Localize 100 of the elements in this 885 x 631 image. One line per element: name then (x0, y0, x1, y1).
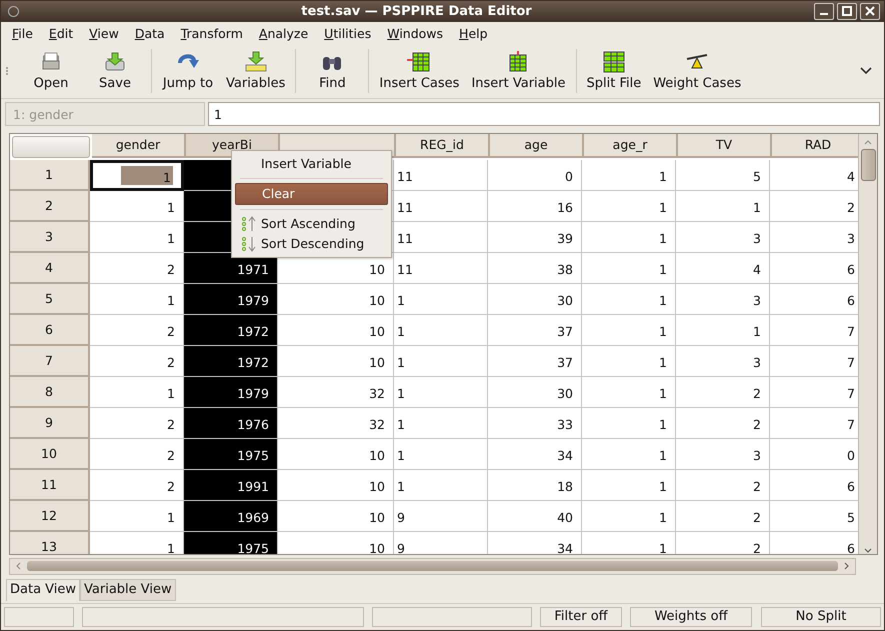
row-header[interactable]: 8 (10, 376, 90, 408)
menu-item[interactable]: View (81, 26, 127, 41)
table-cell: 2 (90, 252, 184, 284)
table-cell: 40 (488, 500, 582, 532)
table-cell: 3 (676, 284, 770, 314)
row-header[interactable]: 3 (10, 222, 90, 252)
grid-icon (407, 51, 432, 74)
status-pane: Filter off (540, 606, 622, 627)
toolbar-button[interactable]: Insert Cases (373, 49, 466, 94)
table-cell: 3 (676, 346, 770, 376)
table-cell: 1 (582, 190, 676, 222)
toolbar-button[interactable]: Variables (220, 49, 292, 94)
table-cell: 1 (582, 252, 676, 284)
menu-item[interactable]: Edit (40, 26, 82, 41)
toolbar-button[interactable]: Weight Cases (647, 49, 748, 94)
toolbar-button[interactable]: Jump to (156, 49, 220, 94)
row-header[interactable]: 1 (10, 160, 90, 190)
table-cell: 4 (676, 252, 770, 284)
corner-button[interactable] (12, 136, 90, 158)
download-icon (103, 51, 127, 74)
table-cell: 2 (676, 532, 770, 554)
column-header[interactable]: REG_id (396, 134, 490, 158)
table-cell: 1 (394, 376, 488, 408)
table-cell: 37 (488, 314, 582, 346)
minimize-button[interactable] (814, 2, 834, 20)
table-cell: 1 (582, 470, 676, 500)
menu-item[interactable]: Analyze (250, 26, 316, 41)
row-header[interactable]: 6 (10, 314, 90, 346)
table-cell: 11 (394, 190, 488, 222)
menu-item[interactable]: Sort Ascending (235, 214, 388, 234)
close-button[interactable] (860, 2, 880, 20)
table-cell: 2 (90, 346, 184, 376)
table-cell: 1 (394, 346, 488, 376)
column-header[interactable]: TV (678, 134, 772, 158)
column-header[interactable]: age (490, 134, 584, 158)
table-cell: 10 (278, 346, 394, 376)
row-header[interactable]: 7 (10, 346, 90, 376)
menu-item[interactable]: Transform (172, 26, 251, 41)
horizontal-scrollbar[interactable] (9, 558, 856, 574)
toolbar-button[interactable]: Find (300, 49, 364, 94)
menu-item[interactable]: File (4, 26, 41, 41)
row-header[interactable]: 9 (10, 408, 90, 438)
toolbar-button[interactable]: Save (83, 49, 147, 94)
maximize-button[interactable] (837, 2, 857, 20)
table-cell: 10 (278, 314, 394, 346)
table-cell: 1 (582, 314, 676, 346)
table-cell: 3 (676, 438, 770, 470)
table-cell: 34 (488, 438, 582, 470)
table-cell: 1 (90, 284, 184, 314)
scroll-right-icon[interactable] (844, 562, 850, 570)
table-cell: 2 (676, 500, 770, 532)
status-pane: No Split (761, 606, 881, 627)
row-header[interactable]: 12 (10, 500, 90, 532)
table-cell: 3 (770, 222, 858, 252)
table-cell: 1 (394, 314, 488, 346)
row-header[interactable]: 10 (10, 438, 90, 470)
toolbar-button[interactable]: Split File (580, 49, 648, 94)
row-header[interactable]: 11 (10, 470, 90, 500)
table-cell: 1 (676, 314, 770, 346)
table-cell: 1 (582, 376, 676, 408)
row-header[interactable]: 4 (10, 252, 90, 284)
view-tab[interactable]: Variable View (80, 578, 176, 601)
scroll-up-icon[interactable] (864, 138, 872, 144)
menu-item[interactable]: Data (126, 26, 173, 41)
table-cell: 9 (394, 500, 488, 532)
table-cell: 6 (770, 284, 858, 314)
overflow-chevron-icon[interactable] (860, 67, 872, 76)
table-cell: 1979 (184, 284, 278, 314)
menu-item[interactable]: Sort Descending (235, 234, 388, 254)
menu-item[interactable]: Utilities (316, 26, 380, 41)
toolbar-button[interactable]: Insert Variable (465, 49, 572, 94)
table-cell: 5 (770, 500, 858, 532)
status-pane (4, 606, 74, 627)
scrollbar-thumb[interactable] (860, 148, 876, 180)
scrollbar-thumb[interactable] (27, 561, 838, 571)
row-header[interactable]: 13 (10, 532, 90, 554)
toolbar-grip[interactable] (5, 66, 9, 76)
toolbar-button[interactable]: Open (19, 49, 83, 94)
table-cell: 32 (278, 376, 394, 408)
table-cell: 2 (770, 190, 858, 222)
row-header[interactable]: 5 (10, 284, 90, 314)
table-cell: 2 (676, 376, 770, 408)
table-cell: 1975 (184, 532, 278, 554)
scroll-left-icon[interactable] (15, 562, 21, 570)
menu-item[interactable]: Windows (379, 26, 452, 41)
table-cell: 32 (278, 408, 394, 438)
window-menu-icon[interactable] (8, 6, 19, 17)
row-header[interactable]: 2 (10, 190, 90, 222)
column-header[interactable]: age_r (584, 134, 678, 158)
column-header[interactable]: gender (92, 134, 186, 158)
table-cell: 11 (394, 160, 488, 190)
menu-item[interactable]: Help (451, 26, 496, 41)
column-header[interactable]: RAD (772, 134, 858, 158)
menu-item[interactable]: Clear (235, 182, 388, 204)
table-cell: 0 (770, 438, 858, 470)
cell-value-field[interactable]: 1 (208, 102, 880, 126)
view-tab[interactable]: Data View (6, 578, 80, 601)
vertical-scrollbar[interactable] (858, 134, 877, 554)
scroll-down-icon[interactable] (864, 548, 872, 554)
table-cell: 7 (770, 376, 858, 408)
